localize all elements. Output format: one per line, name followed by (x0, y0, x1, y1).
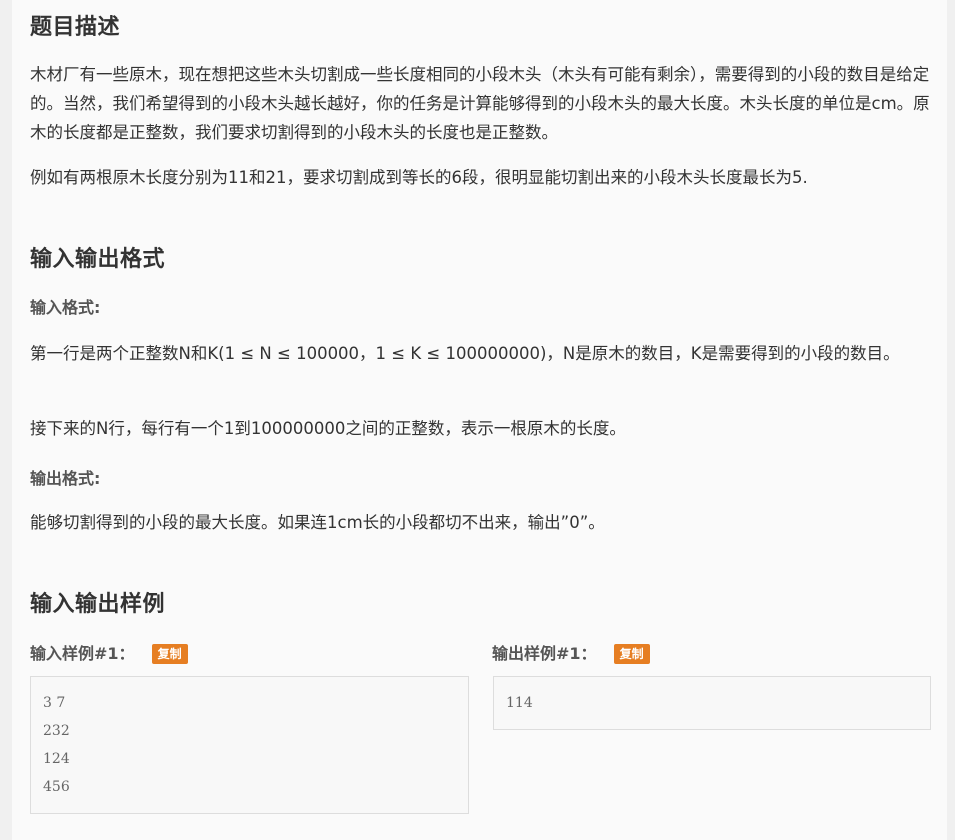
copy-input-button[interactable]: 复制 (151, 644, 188, 664)
output-format-paragraph: 能够切割得到的小段的最大长度。如果连1cm长的小段都切不出来，输出”0”。 (30, 513, 605, 532)
samples-title: 输入输出样例 (30, 592, 166, 617)
input-format-paragraph-2: 接下来的N行，每行有一个1到100000000之间的正整数，表示一根原木的长度。 (30, 419, 626, 438)
description-title: 题目描述 (30, 15, 121, 40)
input-format-paragraph-1: 第一行是两个正整数N和K(1 ≤ N ≤ 100000，1 ≤ K ≤ 1000… (30, 344, 900, 363)
description-paragraph-2: 例如有两根原木长度分别为11和21，要求切割成到等长的6段，很明显能切割出来的小… (30, 168, 808, 187)
problem-card: 题目描述 木材厂有一些原木，现在想把这些木头切割成一些长度相同的小段木头（木头有… (12, 0, 947, 840)
sample-input-line: 124 (43, 751, 70, 767)
description-paragraph-1: 木材厂有一些原木，现在想把这些木头切割成一些长度相同的小段木头（木头有可能有剩余… (30, 65, 930, 142)
sample-input-line: 232 (43, 723, 70, 739)
sample-input-label: 输入样例#1： (30, 644, 135, 663)
sample-input-header: 输入样例#1： 复制 (30, 640, 188, 664)
sample-output-line: 114 (506, 695, 533, 711)
sample-output-header: 输出样例#1： 复制 (492, 640, 650, 664)
input-format-label: 输入格式: (30, 298, 101, 317)
sample-input-line: 3 7 (43, 695, 66, 711)
sample-input-line: 456 (43, 779, 70, 795)
sample-output-box[interactable]: 114 (493, 676, 931, 730)
copy-output-button[interactable]: 复制 (613, 644, 650, 664)
sample-output-label: 输出样例#1： (492, 644, 597, 663)
output-format-label: 输出格式: (30, 469, 101, 488)
io-format-title: 输入输出格式 (30, 247, 166, 272)
sample-input-box[interactable]: 3 7 232 124 456 (30, 676, 469, 814)
